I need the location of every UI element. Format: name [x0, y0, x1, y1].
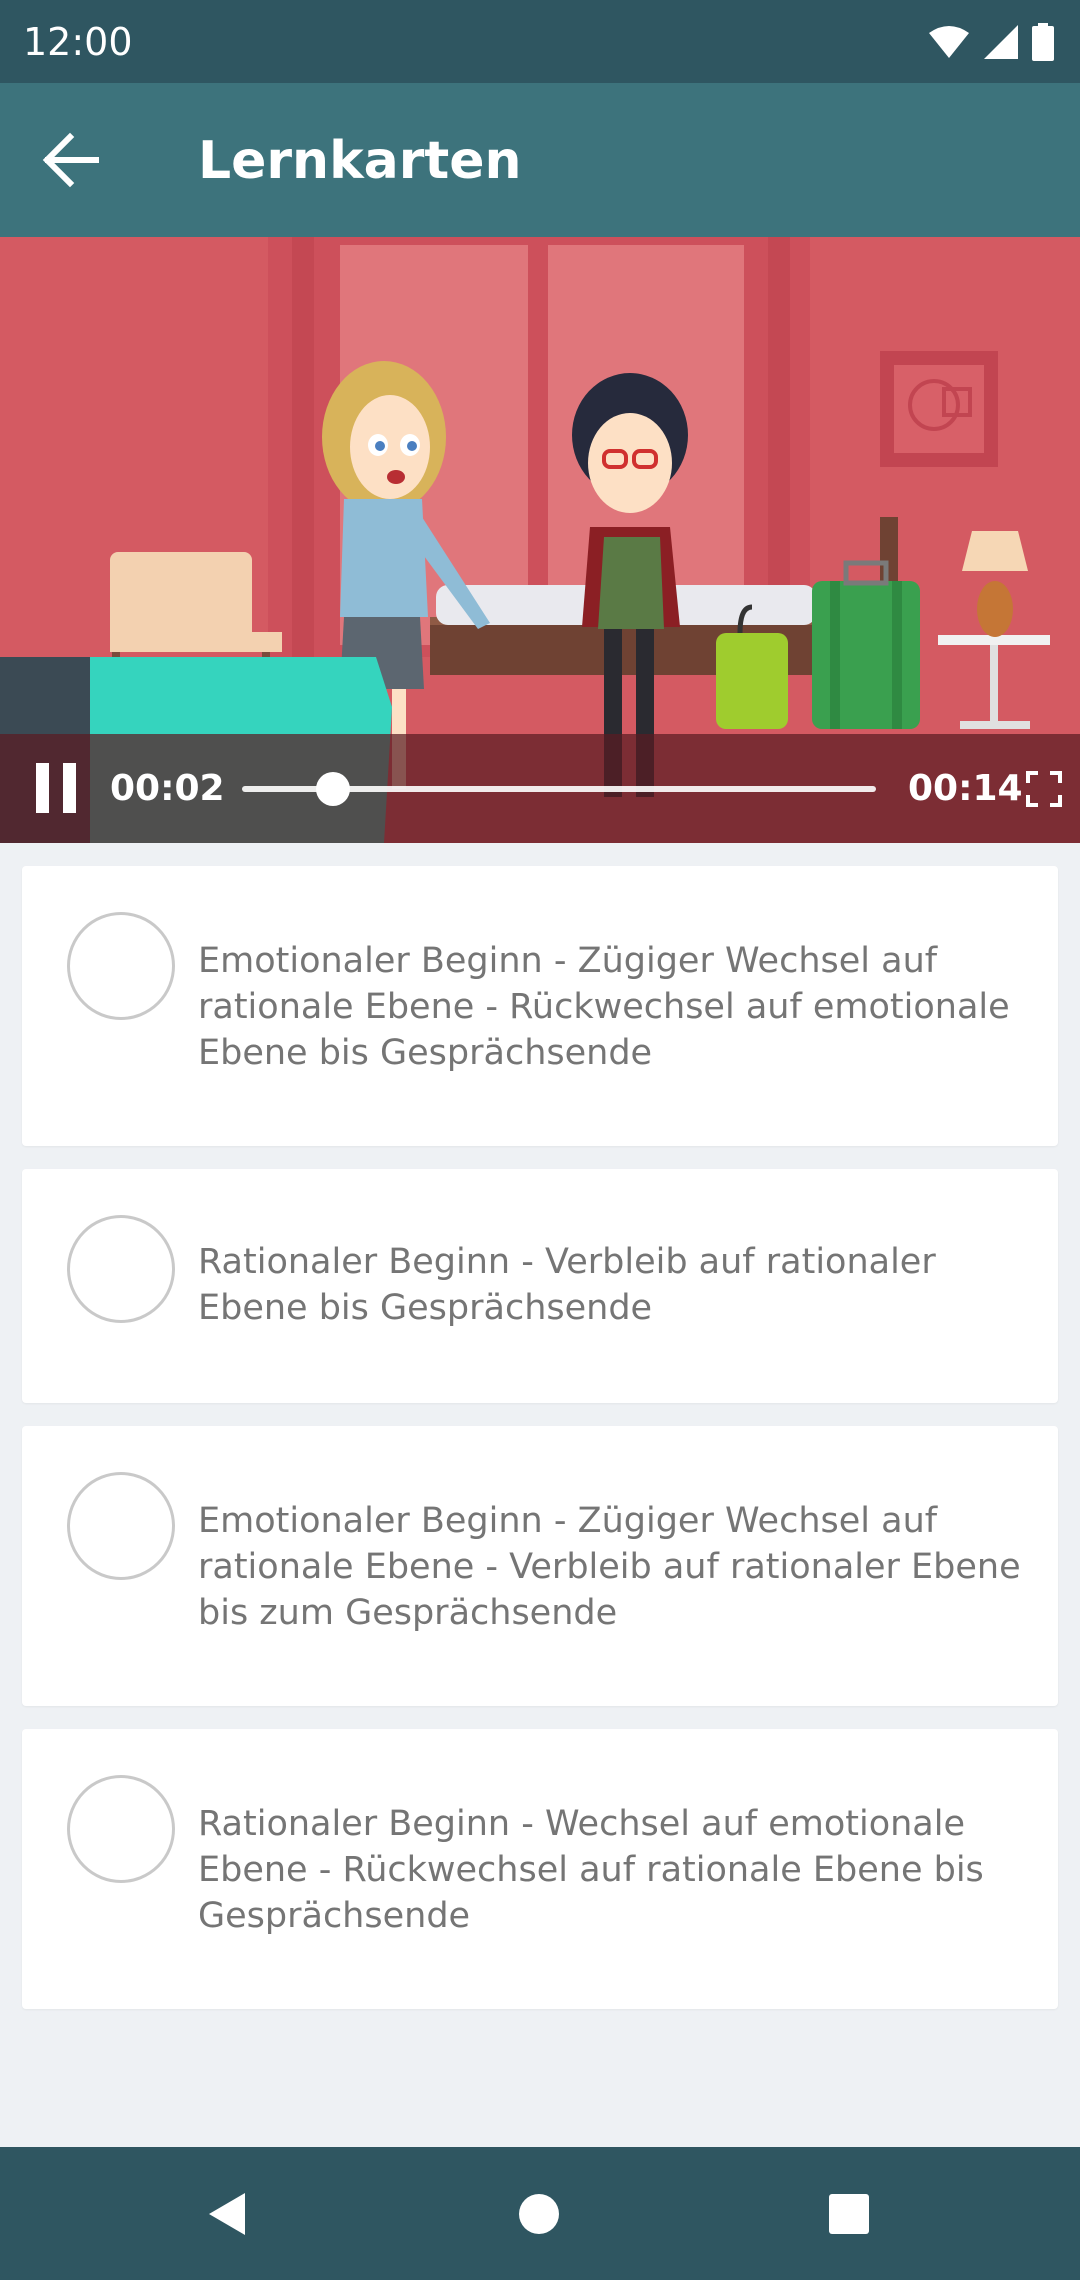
- back-button[interactable]: [30, 120, 110, 200]
- app-bar: Lernkarten: [0, 83, 1080, 237]
- total-time: 00:14: [908, 768, 1023, 809]
- answer-option[interactable]: Emotionaler Beginn - Zügiger Wechsel auf…: [22, 866, 1058, 1146]
- radio-button[interactable]: [67, 912, 175, 1020]
- battery-icon: [1032, 23, 1054, 61]
- seek-thumb[interactable]: [315, 772, 350, 806]
- nav-back-icon: [209, 2193, 245, 2235]
- nav-back-button[interactable]: [196, 2183, 258, 2245]
- answer-list: Emotionaler Beginn - Zügiger Wechsel auf…: [22, 866, 1058, 2032]
- nav-home-button[interactable]: [508, 2183, 570, 2245]
- wifi-icon: [929, 26, 969, 58]
- nav-recents-icon: [829, 2194, 869, 2234]
- pause-button[interactable]: [20, 752, 92, 824]
- answer-option[interactable]: Emotionaler Beginn - Zügiger Wechsel auf…: [22, 1426, 1058, 1706]
- answer-text: Emotionaler Beginn - Zügiger Wechsel auf…: [198, 1501, 1021, 1633]
- answer-text: Rationaler Beginn - Verbleib auf rationa…: [198, 1242, 936, 1328]
- nav-recents-button[interactable]: [818, 2183, 880, 2245]
- video-player[interactable]: 00:02 00:14: [0, 237, 1080, 843]
- arrow-left-icon: [42, 132, 99, 188]
- answer-text: Emotionaler Beginn - Zügiger Wechsel auf…: [198, 941, 1010, 1073]
- video-controls: 00:02 00:14: [0, 734, 1080, 843]
- answer-option[interactable]: Rationaler Beginn - Wechsel auf emotiona…: [22, 1729, 1058, 2009]
- radio-button[interactable]: [67, 1775, 175, 1883]
- current-time: 00:02: [110, 768, 225, 809]
- seek-bar[interactable]: [242, 772, 876, 806]
- answer-text: Rationaler Beginn - Wechsel auf emotiona…: [198, 1804, 984, 1936]
- status-icons: [928, 22, 1054, 62]
- status-time: 12:00: [23, 20, 133, 64]
- fullscreen-icon[interactable]: [1024, 769, 1064, 809]
- nav-home-icon: [519, 2194, 559, 2234]
- page-title: Lernkarten: [198, 131, 522, 191]
- radio-button[interactable]: [67, 1215, 175, 1323]
- radio-button[interactable]: [67, 1472, 175, 1580]
- status-bar: 12:00: [0, 0, 1080, 83]
- signal-icon: [984, 25, 1018, 59]
- pause-icon: [36, 763, 76, 813]
- system-nav-bar: [0, 2147, 1080, 2280]
- answer-option[interactable]: Rationaler Beginn - Verbleib auf rationa…: [22, 1169, 1058, 1403]
